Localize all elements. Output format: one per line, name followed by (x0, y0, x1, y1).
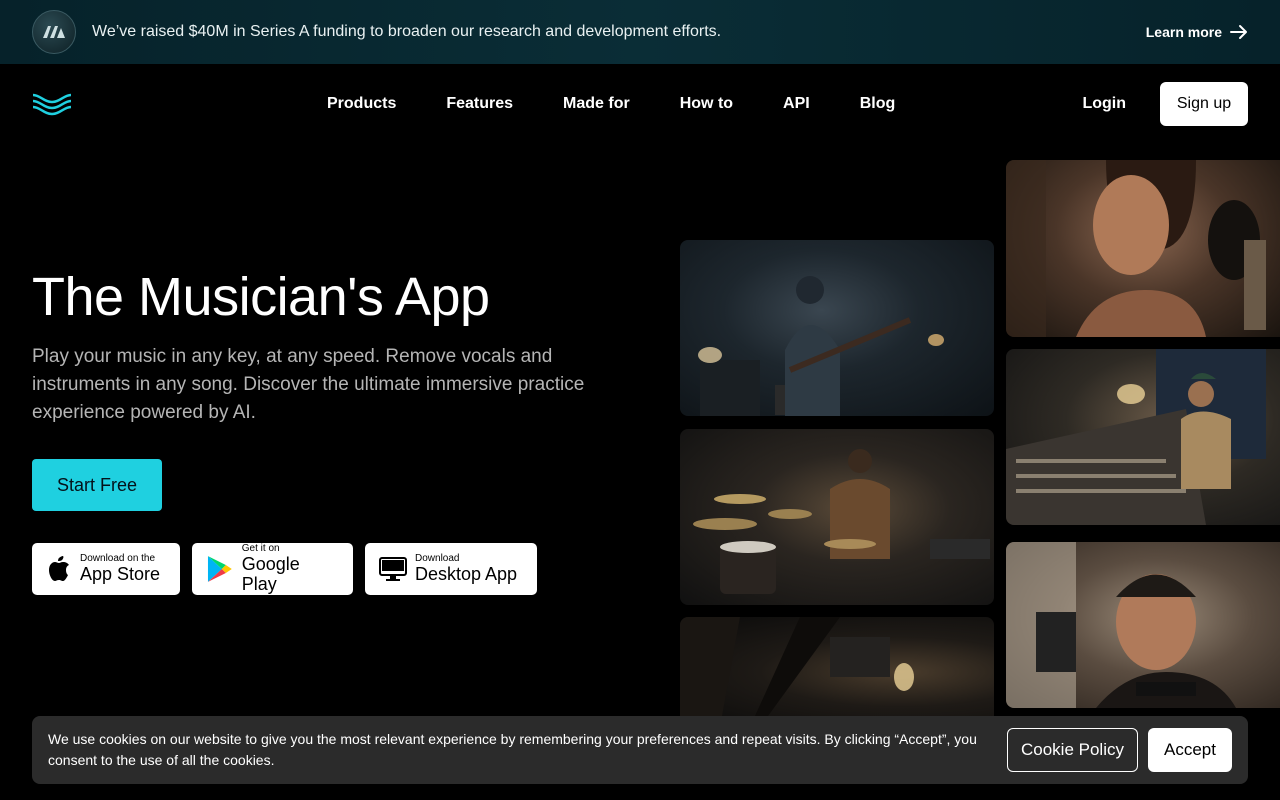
video-tile-producer (1006, 349, 1280, 525)
page-title: The Musician's App (32, 267, 490, 327)
accept-button[interactable]: Accept (1148, 728, 1232, 772)
app-store-small: Download on the (80, 553, 156, 564)
nav-api[interactable]: API (783, 95, 810, 113)
nav-how-to[interactable]: How to (680, 95, 733, 113)
nav-made-for[interactable]: Made for (563, 95, 630, 113)
main-nav: Products Features Made for How to API Bl… (0, 64, 1280, 144)
start-free-button[interactable]: Start Free (32, 459, 162, 511)
video-tile-guitarist (680, 240, 994, 416)
cookie-banner: We use cookies on our website to give yo… (32, 716, 1248, 784)
google-play-big: Google Play (241, 554, 300, 594)
nav-products[interactable]: Products (327, 95, 396, 113)
nav-actions: Login Sign up (1082, 82, 1248, 126)
video-tile-studio (680, 617, 994, 727)
announcement-text: We’ve raised $40M in Series A funding to… (92, 23, 722, 40)
arrow-right-icon (1230, 25, 1247, 39)
cookie-actions: Cookie Policy Accept (1007, 728, 1232, 772)
video-tile-singer (1006, 160, 1280, 337)
cookie-text: We use cookies on our website to give yo… (48, 731, 977, 768)
google-play-icon (207, 556, 232, 582)
video-tile-drummer (680, 429, 994, 605)
video-tile-composer (1006, 542, 1280, 708)
nav-links: Products Features Made for How to API Bl… (327, 64, 895, 144)
cookie-policy-button[interactable]: Cookie Policy (1007, 728, 1138, 772)
login-link[interactable]: Login (1082, 95, 1126, 113)
brand-wave-icon[interactable] (32, 92, 72, 116)
learn-more-link[interactable]: Learn more (1146, 24, 1248, 40)
google-play-small: Get it on (241, 543, 280, 554)
nav-blog[interactable]: Blog (860, 95, 896, 113)
moises-logo-icon (32, 10, 76, 54)
desktop-icon (379, 557, 407, 581)
desktop-app-small: Download (415, 553, 460, 564)
signup-button[interactable]: Sign up (1160, 82, 1248, 126)
google-play-button[interactable]: Get it on Google Play (192, 543, 353, 595)
announcement-bar: We’ve raised $40M in Series A funding to… (0, 0, 1280, 64)
hero-subtitle: Play your music in any key, at any speed… (32, 346, 585, 423)
store-badges: Download on the App Store Get it on Goog… (32, 543, 537, 595)
app-store-big: App Store (80, 564, 161, 584)
desktop-app-big: Desktop App (415, 564, 518, 584)
learn-more-label: Learn more (1145, 24, 1222, 40)
nav-features[interactable]: Features (446, 95, 513, 113)
app-store-button[interactable]: Download on the App Store (32, 543, 180, 595)
apple-icon (49, 556, 69, 581)
desktop-app-button[interactable]: Download Desktop App (365, 543, 537, 595)
